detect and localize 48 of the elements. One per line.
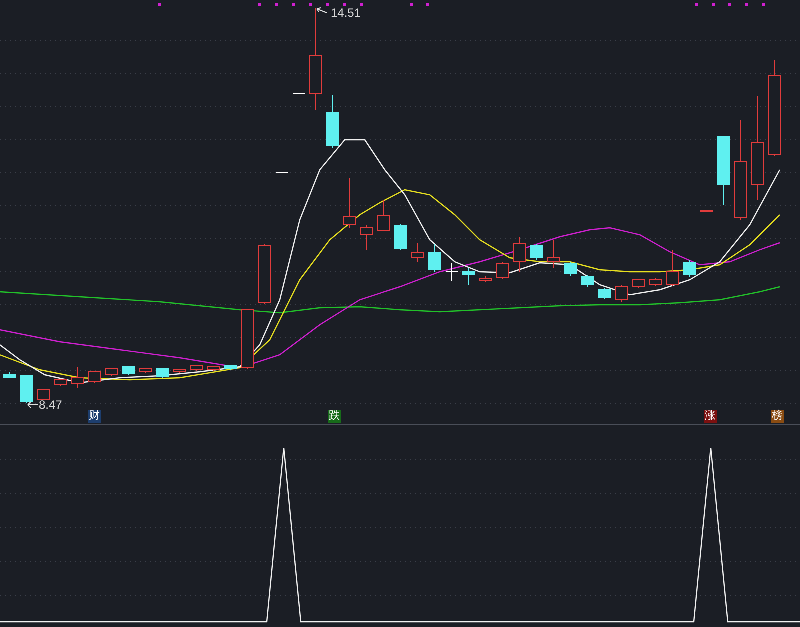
signal-tag: 涨: [704, 410, 717, 423]
candlestick: [530, 244, 544, 260]
candlestick: [326, 94, 340, 148]
candlestick: [208, 366, 220, 372]
leader-arrow: [27, 401, 39, 409]
candlestick: [20, 376, 34, 404]
candlestick: [38, 388, 50, 400]
candlestick: [190, 364, 204, 372]
candlestick: [156, 368, 170, 378]
candlestick: [496, 262, 510, 280]
candlestick: [564, 262, 578, 276]
candlestick: [718, 136, 730, 206]
leader-arrow: [316, 7, 328, 15]
candlestick: [632, 278, 646, 288]
candlestick: [54, 380, 68, 386]
candlestick: [276, 172, 288, 174]
candlestick: [412, 242, 424, 262]
candlestick: [378, 200, 390, 232]
candlestick: [360, 224, 374, 250]
candlestick: [140, 368, 152, 374]
candlestick: [72, 366, 84, 388]
candlestick: [88, 370, 102, 384]
candlestick: [258, 244, 272, 304]
candlestick: [462, 268, 476, 286]
candlestick: [242, 308, 254, 370]
candlestick: [700, 210, 714, 212]
signal-tag: 跌: [328, 410, 341, 423]
candlestick: [106, 368, 118, 376]
candlestick: [684, 260, 696, 278]
low-price-label: 8.47: [39, 398, 62, 412]
candlestick: [446, 262, 458, 282]
candlestick: [548, 240, 560, 268]
candlestick: [514, 236, 526, 272]
candlestick: [394, 224, 408, 250]
candlestick: [582, 274, 594, 288]
candlestick: [598, 288, 612, 300]
signal-tag: 财: [88, 410, 101, 423]
candlestick: [666, 250, 680, 286]
candlestick: [428, 244, 442, 272]
candlestick: [4, 372, 16, 378]
signal-tag: 榜: [771, 410, 784, 423]
candlestick: [650, 278, 662, 286]
candlestick: [344, 178, 356, 228]
candlestick: [174, 368, 186, 374]
candlestick: [616, 284, 628, 302]
high-price-label: 14.51: [331, 6, 362, 20]
candlestick: [224, 364, 238, 370]
candlestick: [122, 366, 136, 376]
